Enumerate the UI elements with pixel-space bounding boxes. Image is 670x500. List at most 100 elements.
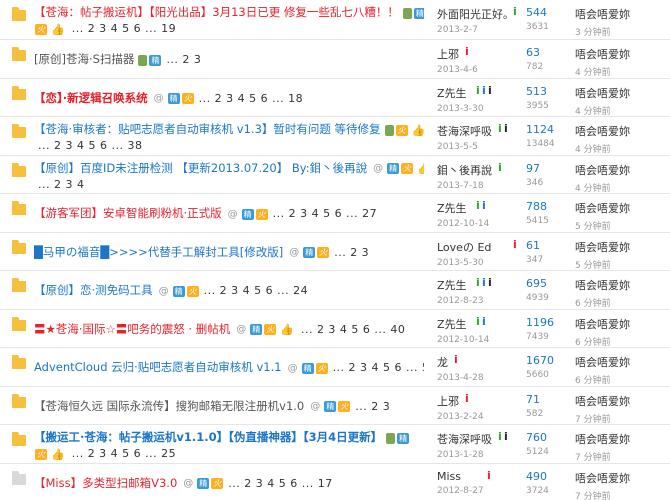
page-links[interactable]: ... 2 3 [355,400,390,413]
last-reply-user[interactable]: 唔会唔爱妳 [575,200,665,216]
last-reply-user[interactable]: 唔会唔爱妳 [575,393,665,409]
hot-badge: 火 [401,163,414,174]
thread-title[interactable]: 【搬运工·苍海：帖子搬运机v1.1.0】【伪直播神器】【3月4日更新】 [34,430,382,444]
thread-row[interactable]: 【苍海：帖子搬运机】【阳光出品】3月13日已更 修复一些乱七八糟！！ 精火 👍...… [0,0,670,40]
thread-subject[interactable]: AdventCloud 云归·贴吧志愿者自动审核机 v1.1 @ 精火 ... 2 3… [34,359,424,376]
page-links[interactable]: ... 2 3 4 [38,178,84,191]
last-reply-user[interactable]: 唔会唔爱妳 [575,6,665,22]
last-reply-user[interactable]: 唔会唔爱妳 [575,162,665,178]
last-reply-user[interactable]: 唔会唔爱妳 [575,239,665,255]
folder-icon [12,432,26,446]
digest-badge: 精 [241,208,254,220]
thread-subject[interactable]: 【原创】百度ID未注册检测 【更新2013.07.20】 By:鉬丶後再說 @ 精火… [34,160,424,193]
author-name[interactable]: 苍海深呼吸 [437,433,492,446]
thread-row[interactable]: 〓★苍海·国际☆〓吧务的震怒 · 删帖机 @ 精火 👍 ... 2 3 4 5 6 ..… [0,309,670,348]
thread-row[interactable]: 【原创】百度ID未注册检测 【更新2013.07.20】 By:鉬丶後再說 @ 精火… [0,155,670,194]
last-reply-user[interactable]: 唔会唔爱妳 [575,123,665,139]
view-count: 782 [526,62,544,72]
page-links[interactable]: ... 2 3 [334,246,369,259]
author-name[interactable]: Z先生 [437,318,467,331]
author-name[interactable]: Z先生 [437,202,467,215]
author-name[interactable]: Loveの Ed [437,241,491,254]
thread-row[interactable]: 【搬运工·苍海：帖子搬运机v1.1.0】【伪直播神器】【3月4日更新】 精火 👍..… [0,425,670,464]
last-reply-user[interactable]: 唔会唔爱妳 [575,431,665,447]
digest-badge: 精 [387,163,400,174]
thread-row[interactable]: AdventCloud 云归·贴吧志愿者自动审核机 v1.1 @ 精火 ... 2 3… [0,348,670,387]
thread-title[interactable]: 【恋】·新逻辑召唤系统 [34,91,148,105]
thread-subject[interactable]: 【原创】恋·测免码工具 @ 精火 ... 2 3 4 5 6 ... 24 [34,282,424,299]
thread-subject[interactable]: 【苍海：帖子搬运机】【阳光出品】3月13日已更 修复一些乱七八糟！！ 精火 👍...… [34,4,424,37]
thread-row[interactable]: 【恋】·新逻辑召唤系统 @ 精火 ... 2 3 4 5 6 ... 18 Z先生 201… [0,78,670,117]
thread-title[interactable]: [原创]苍海·S扫描器 [34,52,134,66]
thread-title[interactable]: 【原创】百度ID未注册检测 【更新2013.07.20】 By:鉬丶後再說 [34,161,367,175]
thread-title[interactable]: 〓★苍海·国际☆〓吧务的震怒 · 删帖机 [34,322,230,336]
last-reply-user[interactable]: 唔会唔爱妳 [575,470,665,486]
page-links[interactable]: ... 2 3 4 5 6 ... 18 [199,92,303,105]
thread-title[interactable]: AdventCloud 云归·贴吧志愿者自动审核机 v1.1 [34,360,282,374]
thread-row[interactable]: 【苍海恒久远 国际永流传】搜狗邮箱无限注册机v1.0 @ 精火 ... 2 3 上邪 20… [0,386,670,425]
last-reply-user[interactable]: 唔会唔爱妳 [575,46,665,62]
page-links[interactable]: ... 2 3 4 5 6 ... 38 [38,139,142,152]
thread-subject[interactable]: 【搬运工·苍海：帖子搬运机v1.1.0】【伪直播神器】【3月4日更新】 精火 👍..… [34,429,424,462]
author-name[interactable]: 苍海深呼吸 [437,125,492,138]
thread-subject[interactable]: 【游客军团】安卓智能刷粉机·正式版 @ 精火 ... 2 3 4 5 6 ... 27 [34,205,424,222]
thread-title[interactable]: 【原创】恋·测免码工具 [34,283,153,297]
author-name[interactable]: Z先生 [437,279,467,292]
thread-row[interactable]: 【Miss】多类型扫邮箱V3.0 @ 精火 ... 2 3 4 5 6 ... 17 M… [0,463,670,500]
hot-badge: 火 [338,401,351,412]
author-name[interactable]: 外面阳光正好。 [437,8,509,21]
thread-title[interactable]: 【苍海恒久远 国际永流传】搜狗邮箱无限注册机v1.0 [34,399,304,413]
thread-row[interactable]: 【原创】恋·测免码工具 @ 精火 ... 2 3 4 5 6 ... 24 Z先生 201… [0,271,670,310]
thread-subject[interactable]: 〓★苍海·国际☆〓吧务的震怒 · 删帖机 @ 精火 👍 ... 2 3 4 5 6 ..… [34,321,424,338]
last-reply-user[interactable]: 唔会唔爱妳 [575,85,665,101]
user-level-icon: i [465,45,469,58]
thread-subject[interactable]: [原创]苍海·S扫描器 精 ... 2 3 [34,51,424,68]
page-links[interactable]: ... 2 3 4 5 6 ... 40 [301,323,405,336]
page-links[interactable]: ... 2 3 4 5 6 ... 24 [204,284,308,297]
author-name[interactable]: Z先生 [437,87,467,100]
author-name[interactable]: Miss [437,470,461,483]
author-name[interactable]: 上邪 [437,395,459,408]
thread-title[interactable]: █马甲の福音█>>>>代替手工解封工具[修改版] [34,245,283,259]
thread-subject[interactable]: 【苍海·审核者：贴吧志愿者自动审核机 v1.3】暂时有问题 等待修复 火 👍 ... … [34,121,424,154]
author-name[interactable]: 鉬丶後再說 [437,164,492,177]
page-links[interactable]: ... 2 3 4 5 6 ... 19 [72,22,176,35]
page-links[interactable]: ... 2 3 4 5 6 ... 27 [273,207,377,220]
author-name[interactable]: 上邪 [437,48,459,61]
thread-title[interactable]: 【游客军团】安卓智能刷粉机·正式版 [34,206,222,220]
thread-title[interactable]: 【Miss】多类型扫邮箱V3.0 [34,476,177,490]
subject-line: 【苍海：帖子搬运机】【阳光出品】3月13日已更 修复一些乱七八糟！！ 精 [34,4,424,21]
thread-subject[interactable]: 【恋】·新逻辑召唤系统 @ 精火 ... 2 3 4 5 6 ... 18 [34,90,424,107]
thread-subject[interactable]: █马甲の福音█>>>>代替手工解封工具[修改版] @ 精火 ... 2 3 [34,244,424,261]
subject-line: 【恋】·新逻辑召唤系统 @ 精火 ... 2 3 4 5 6 ... 18 [34,90,424,107]
post-date: 2012-8-27 [437,485,484,496]
image-icon [402,7,412,19]
last-reply-time: 4 分钟前 [575,68,611,78]
reply-count: 695 [526,277,547,290]
thread-row[interactable]: [原创]苍海·S扫描器精... 2 3 上邪 2013-4-6 i 63 782 唔会唔爱妳… [0,40,670,79]
page-links[interactable]: ... 2 3 4 5 6 ... 56 [333,361,424,374]
post-date: 2013-7-18 [437,180,484,191]
thread-row[interactable]: 【游客军团】安卓智能刷粉机·正式版 @ 精火 ... 2 3 4 5 6 ... 27… [0,194,670,233]
last-reply-user[interactable]: 唔会唔爱妳 [575,354,665,370]
digest-badge: 精 [149,54,162,66]
last-reply-user[interactable]: 唔会唔爱妳 [575,316,665,332]
digest-badge: 精 [172,285,185,297]
page-links[interactable]: ... 2 3 4 5 6 ... 17 [228,477,332,490]
thread-subject[interactable]: 【Miss】多类型扫邮箱V3.0 @ 精火 ... 2 3 4 5 6 ... 17 [34,475,424,492]
thread-title[interactable]: 【苍海：帖子搬运机】【阳光出品】3月13日已更 修复一些乱七八糟！！ [34,5,399,19]
author-name[interactable]: 龙 [437,356,448,369]
post-date: 2013-3-30 [437,103,484,114]
thread-list: 【苍海：帖子搬运机】【阳光出品】3月13日已更 修复一些乱七八糟！！精火 👍...… [0,0,670,500]
thread-row[interactable]: 【苍海·审核者：贴吧志愿者自动审核机 v1.3】暂时有问题 等待修复 火 👍 ... … [0,117,670,156]
reply-count: 1124 [526,123,554,136]
thread-subject[interactable]: 【苍海恒久远 国际永流传】搜狗邮箱无限注册机v1.0 @ 精火 ... 2 3 [34,398,424,415]
thread-title[interactable]: 【苍海·审核者：贴吧志愿者自动审核机 v1.3】暂时有问题 等待修复 [34,122,381,136]
thread-stats: 544 3631 [526,6,572,32]
thread-author: Miss 2012-8-27 [437,470,509,496]
page-links[interactable]: ... 2 3 [166,53,201,66]
thread-row[interactable]: █马甲の福音█>>>>代替手工解封工具[修改版] @ 精火 ... 2 3 Loveの … [0,232,670,271]
subject-line: 【原创】恋·测免码工具 @ 精火 ... 2 3 4 5 6 ... 24 [34,282,424,299]
page-links[interactable]: ... 2 3 4 5 6 ... 25 [72,447,176,460]
last-reply-user[interactable]: 唔会唔爱妳 [575,277,665,293]
